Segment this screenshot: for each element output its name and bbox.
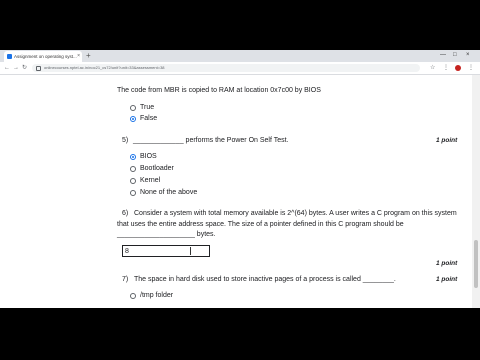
q5-option-kernel-radio[interactable] — [130, 178, 136, 184]
q5-option-none-radio[interactable] — [130, 190, 136, 196]
forward-arrow-icon[interactable]: → — [13, 62, 19, 74]
question-5-number: 5) — [122, 137, 129, 144]
browser-menu-icon[interactable]: ⋮ — [468, 62, 474, 74]
tab-title: Assignment on operating syst... — [14, 54, 77, 59]
lock-icon — [36, 66, 41, 71]
question-7-number: 7) — [122, 276, 129, 283]
new-tab-button[interactable]: + — [86, 50, 91, 62]
browser-toolbar: ← → ↻ onlinecourses.nptel.ac.in/noc21_cs… — [0, 62, 480, 75]
profile-avatar[interactable] — [455, 65, 461, 71]
url-text: onlinecourses.nptel.ac.in/noc21_cs72/uni… — [44, 65, 165, 70]
q4-option-true-label[interactable]: True — [140, 104, 154, 111]
q5-option-bios-radio[interactable] — [130, 154, 136, 160]
page-scrollbar[interactable] — [472, 75, 480, 308]
question-6-text-line1: Consider a system with total memory avai… — [134, 210, 457, 217]
favicon-icon — [7, 54, 12, 59]
question-6-number: 6) — [122, 210, 129, 217]
q4-option-false-label[interactable]: False — [140, 115, 157, 122]
tab-close-icon[interactable]: × — [77, 51, 80, 62]
minimize-button[interactable]: — — [440, 50, 446, 61]
q5-option-none-label[interactable]: None of the above — [140, 189, 197, 196]
q7-option-tmp-label[interactable]: /tmp folder — [140, 292, 173, 299]
extensions-icon[interactable]: ⋮ — [443, 62, 449, 74]
q7-option-tmp-radio[interactable] — [130, 293, 136, 299]
question-7-points: 1 point — [436, 276, 458, 283]
question-5-text: _____________ performs the Power On Self… — [133, 137, 289, 144]
mouse-text-cursor — [190, 247, 191, 255]
question-5-points: 1 point — [436, 137, 458, 144]
close-window-button[interactable]: × — [466, 50, 470, 61]
tab-strip: Assignment on operating syst... × + — □ … — [0, 50, 480, 62]
q5-option-bootloader-label[interactable]: Bootloader — [140, 165, 174, 172]
bookmark-star-icon[interactable]: ☆ — [430, 62, 435, 74]
q4-option-false-radio[interactable] — [130, 116, 136, 122]
question-7-text: The space in hard disk used to store ina… — [134, 276, 396, 283]
question-6-text-line3: ____________________ bytes. — [117, 231, 216, 238]
scrollbar-thumb[interactable] — [474, 240, 478, 288]
browser-window: Assignment on operating syst... × + — □ … — [0, 50, 480, 308]
question-4-text: The code from MBR is copied to RAM at lo… — [117, 87, 321, 94]
question-6-points: 1 point — [436, 260, 458, 267]
reload-icon[interactable]: ↻ — [22, 62, 27, 74]
address-bar[interactable]: onlinecourses.nptel.ac.in/noc21_cs72/uni… — [32, 64, 420, 72]
q4-option-true-radio[interactable] — [130, 105, 136, 111]
back-arrow-icon[interactable]: ← — [4, 62, 10, 74]
q5-option-bootloader-radio[interactable] — [130, 166, 136, 172]
maximize-button[interactable]: □ — [453, 50, 457, 61]
browser-tab[interactable]: Assignment on operating syst... × — [4, 51, 82, 62]
question-6-text-line2: that uses the entire address space. The … — [117, 221, 404, 228]
question-6-answer-input[interactable] — [122, 245, 210, 257]
q5-option-bios-label[interactable]: BIOS — [140, 153, 157, 160]
q5-option-kernel-label[interactable]: Kernel — [140, 177, 160, 184]
